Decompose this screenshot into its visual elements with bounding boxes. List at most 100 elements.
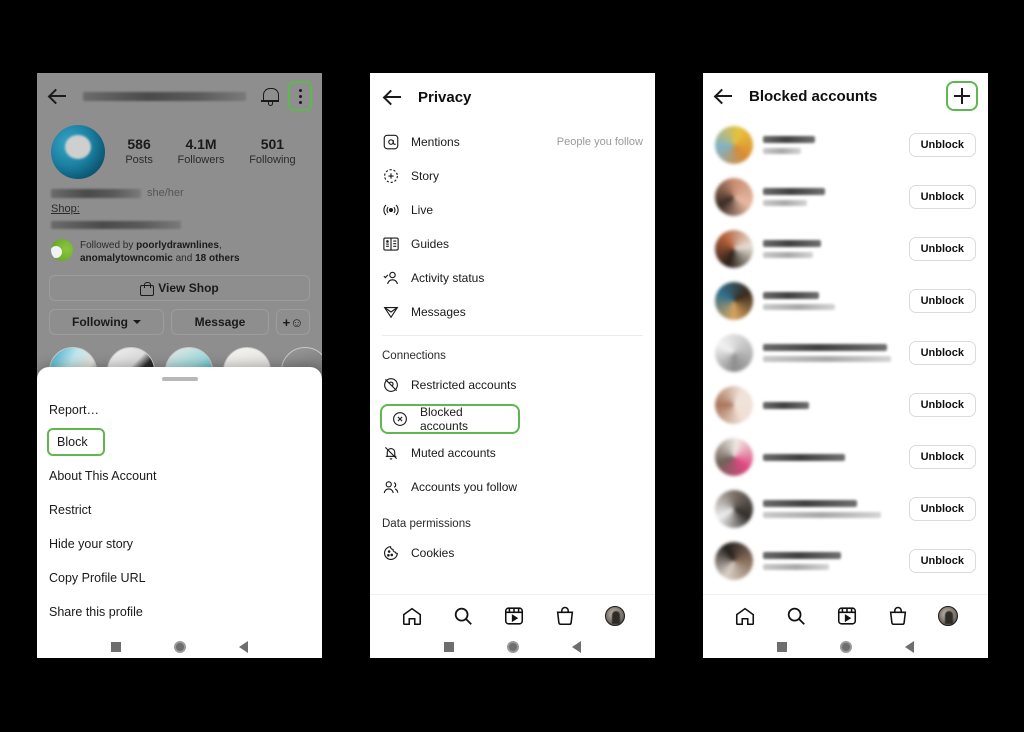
followed-by-name-2: anomalytowncomic [80, 253, 173, 264]
settings-row-accounts-you-follow[interactable]: Accounts you follow [370, 470, 655, 504]
unblock-button[interactable]: Unblock [908, 133, 976, 157]
settings-row-label: Restricted accounts [411, 378, 517, 392]
unblock-button[interactable]: Unblock [908, 185, 976, 209]
settings-row-label: Blocked accounts [420, 405, 469, 433]
home-icon[interactable] [734, 605, 756, 627]
unblock-button[interactable]: Unblock [908, 393, 976, 417]
profile-avatar-icon[interactable] [604, 605, 625, 626]
sheet-option-copy-profile-url[interactable]: Copy Profile URL [37, 561, 322, 595]
android-home[interactable] [839, 641, 852, 653]
android-back[interactable] [904, 641, 914, 653]
search-icon[interactable] [785, 605, 807, 627]
settings-row-mentions[interactable]: Mentions People you follow [370, 125, 655, 159]
followed-by-row[interactable]: Followed by poorlydrawnlines, anomalytow… [37, 229, 322, 265]
section-header-data-permissions: Data permissions [382, 518, 471, 530]
android-recents[interactable] [444, 642, 455, 652]
profile-topbar [37, 73, 322, 119]
view-shop-button[interactable]: View Shop [49, 275, 310, 301]
blocked-account-row[interactable]: Unblock [703, 223, 988, 275]
back-arrow-icon[interactable] [382, 86, 404, 108]
blocked-accounts-x-circle-icon [391, 410, 409, 428]
avatar [715, 386, 753, 424]
settings-row-story[interactable]: Story [370, 159, 655, 193]
privacy-main-list: Mentions People you follow Story Live Guides… [370, 121, 655, 329]
home-icon[interactable] [401, 605, 423, 627]
unblock-button[interactable]: Unblock [908, 549, 976, 573]
fullname-redacted [763, 564, 829, 570]
android-navigation-bar [370, 636, 655, 658]
avatar [715, 178, 753, 216]
blocked-account-row[interactable]: Unblock [703, 535, 988, 587]
sheet-option-restrict[interactable]: Restrict [37, 493, 322, 527]
settings-row-activity-status[interactable]: Activity status [370, 261, 655, 295]
add-blocked-account-button[interactable] [946, 81, 978, 111]
sheet-option-share-this-profile[interactable]: Share this profile [37, 595, 322, 629]
blocked-account-row[interactable]: Unblock [703, 171, 988, 223]
blocked-account-row[interactable]: Unblock [703, 483, 988, 535]
blocked-account-names-redacted [763, 552, 899, 570]
message-button[interactable]: Message [171, 309, 269, 335]
back-arrow-icon[interactable] [713, 85, 735, 107]
blocked-account-row[interactable]: Unblock [703, 379, 988, 431]
page-title: Blocked accounts [749, 87, 878, 105]
blocked-account-names-redacted [763, 344, 899, 362]
followed-by-avatar [51, 239, 73, 261]
display-name-redacted [51, 188, 141, 198]
blocked-account-row[interactable]: Unblock [703, 327, 988, 379]
shop-bag-icon[interactable] [554, 605, 576, 627]
settings-row-muted-accounts[interactable]: Muted accounts [370, 436, 655, 470]
username-redacted [763, 240, 821, 247]
live-broadcast-icon [382, 201, 400, 219]
unblock-button[interactable]: Unblock [908, 289, 976, 313]
stat-following[interactable]: 501 Following [249, 136, 295, 168]
settings-row-label: Accounts you follow [411, 480, 518, 494]
kebab-menu-icon[interactable] [288, 81, 312, 111]
sheet-option-about-this-account[interactable]: About This Account [37, 459, 322, 493]
unblock-button[interactable]: Unblock [908, 341, 976, 365]
search-icon[interactable] [452, 605, 474, 627]
blocked-account-row[interactable]: Unblock [703, 275, 988, 327]
unblock-button[interactable]: Unblock [908, 445, 976, 469]
sheet-option-hide-your-story[interactable]: Hide your story [37, 527, 322, 561]
settings-row-messages[interactable]: Messages [370, 295, 655, 329]
sheet-option-report[interactable]: Report… [37, 393, 322, 427]
android-recents[interactable] [111, 642, 122, 652]
blocked-account-row[interactable]: Unblock [703, 119, 988, 171]
settings-row-cookies[interactable]: Cookies [370, 536, 655, 570]
android-recents[interactable] [777, 642, 788, 652]
unblock-button[interactable]: Unblock [908, 497, 976, 521]
profile-avatar[interactable] [51, 125, 105, 179]
settings-row-restricted-accounts[interactable]: Restricted accounts [370, 368, 655, 402]
android-back[interactable] [571, 641, 581, 653]
android-back[interactable] [238, 641, 248, 653]
settings-row-live[interactable]: Live [370, 193, 655, 227]
reels-icon[interactable] [836, 605, 858, 627]
avatar [715, 334, 753, 372]
reels-icon[interactable] [503, 605, 525, 627]
back-arrow-icon[interactable] [47, 85, 69, 107]
stat-posts[interactable]: 586 Posts [125, 136, 153, 168]
section-header-connections: Connections [382, 350, 446, 362]
page-title: Privacy [418, 88, 472, 106]
shop-bag-icon[interactable] [887, 605, 909, 627]
shop-bag-icon [140, 282, 155, 296]
settings-row-blocked-accounts[interactable]: Blocked accounts [380, 404, 520, 434]
notifications-bell-icon[interactable] [260, 86, 280, 106]
following-button[interactable]: Following [49, 309, 164, 335]
settings-row-guides[interactable]: Guides [370, 227, 655, 261]
profile-bio: she/her Shop: [37, 179, 322, 229]
blocked-account-row[interactable]: Unblock [703, 431, 988, 483]
followers-count: 4.1M [185, 136, 217, 152]
view-shop-label: View Shop [158, 281, 219, 295]
blocked-accounts-list[interactable]: Unblock Unblock Unblock Unblock Unblock Unblo… [703, 119, 988, 594]
settings-row-label: Story [411, 169, 440, 183]
username-redacted [763, 344, 887, 351]
android-home[interactable] [173, 641, 186, 653]
unblock-button[interactable]: Unblock [908, 237, 976, 261]
profile-avatar-icon[interactable] [937, 605, 958, 626]
sheet-option-block[interactable]: Block [47, 428, 105, 456]
stat-followers[interactable]: 4.1M Followers [177, 136, 224, 168]
fullname-redacted [763, 200, 807, 206]
android-home[interactable] [506, 641, 519, 653]
add-person-button[interactable]: +☺ [276, 309, 310, 335]
